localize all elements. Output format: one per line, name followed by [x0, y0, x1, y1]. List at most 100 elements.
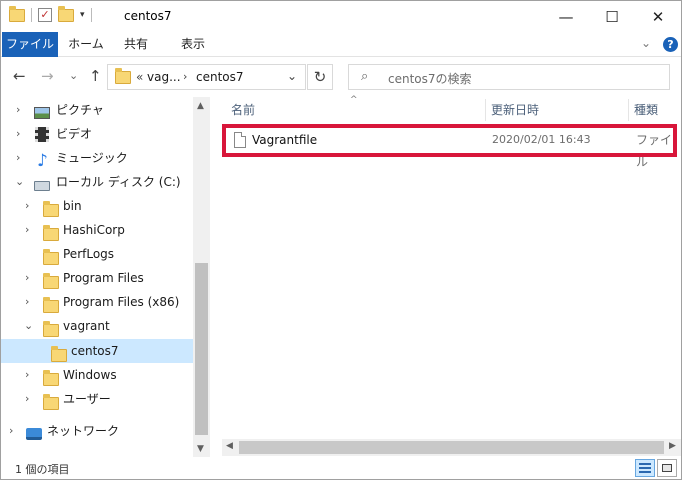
chevron-down-icon[interactable]: ⌄	[287, 69, 297, 83]
sidebar-item-label: ローカル ディスク (C:)	[56, 175, 181, 189]
refresh-button[interactable]: ↻	[307, 64, 333, 90]
chevron-right-icon[interactable]: ›	[25, 363, 29, 387]
column-header-name[interactable]: 名前	[231, 97, 255, 121]
sidebar-item-label: ユーザー	[63, 392, 111, 406]
scrollbar-thumb[interactable]	[239, 441, 664, 454]
scrollbar-thumb[interactable]	[195, 263, 208, 435]
sidebar-item-label: ネットワーク	[47, 424, 120, 438]
scroll-down-icon[interactable]: ▼	[197, 444, 204, 454]
ribbon-tabs: ファイル ホーム 共有 表示 ⌄ ?	[1, 32, 681, 57]
sidebar-item-label: Windows	[63, 368, 117, 382]
scroll-up-icon[interactable]: ▲	[197, 101, 204, 111]
back-button[interactable]: ←	[13, 67, 26, 85]
sidebar-item-bin[interactable]: › bin	[1, 194, 193, 218]
network-icon	[26, 428, 42, 440]
chevron-right-icon[interactable]: ›	[25, 194, 29, 218]
folder-icon	[43, 201, 59, 217]
title-bar: ✓ ▾ centos7 — ☐ ✕	[1, 1, 681, 32]
folder-icon	[43, 225, 59, 241]
chevron-right-icon[interactable]: ›	[16, 122, 20, 146]
folder-icon	[43, 370, 59, 386]
sidebar-item-local-disk[interactable]: ⌄ ローカル ディスク (C:)	[1, 170, 193, 194]
chevron-right-icon[interactable]: ›	[25, 387, 29, 411]
chevron-right-icon[interactable]: ›	[25, 218, 29, 242]
customize-toolbar-icon[interactable]: ▾	[80, 10, 85, 20]
chevron-down-icon[interactable]: ⌄	[24, 314, 33, 338]
address-overflow-button[interactable]: «	[136, 70, 143, 84]
search-input[interactable]: ⌕ centos7の検索	[348, 64, 670, 90]
sidebar-item-perflogs[interactable]: PerfLogs	[1, 242, 193, 266]
sidebar-item-music[interactable]: › ♪ ミュージック	[1, 146, 193, 170]
quick-access-toolbar: ✓ ▾	[9, 5, 92, 22]
sidebar-item-pictures[interactable]: › ピクチャ	[1, 98, 193, 122]
breadcrumb-vagrant[interactable]: vag...	[147, 70, 181, 84]
sidebar-item-program-files-x86[interactable]: › Program Files (x86)	[1, 290, 193, 314]
maximize-button[interactable]: ☐	[589, 1, 635, 32]
sidebar-item-label: vagrant	[63, 319, 110, 333]
search-placeholder: centos7の検索	[388, 72, 472, 86]
folder-icon	[9, 5, 25, 22]
breadcrumb-separator-icon[interactable]: ›	[183, 70, 187, 83]
up-button[interactable]: ↑	[89, 67, 102, 85]
chevron-right-icon[interactable]: ›	[16, 98, 20, 122]
tab-home[interactable]: ホーム	[63, 32, 109, 57]
sidebar-item-label: centos7	[71, 344, 119, 358]
horizontal-scrollbar[interactable]: ◀ ▶	[222, 439, 681, 456]
sidebar-item-centos7[interactable]: centos7	[1, 339, 193, 363]
expand-ribbon-icon[interactable]: ⌄	[641, 36, 651, 50]
chevron-right-icon[interactable]: ›	[16, 146, 20, 170]
folder-icon	[43, 321, 59, 337]
help-icon[interactable]: ?	[663, 37, 678, 52]
folder-icon	[43, 297, 59, 313]
address-bar[interactable]: « vag... › centos7 ⌄	[107, 64, 306, 90]
folder-icon	[43, 273, 59, 289]
tab-share[interactable]: 共有	[116, 32, 156, 57]
sidebar-item-label: ピクチャ	[56, 103, 104, 117]
column-header-date[interactable]: 更新日時	[491, 97, 539, 121]
forward-button[interactable]: →	[41, 67, 54, 85]
sidebar-item-network[interactable]: › ネットワーク	[1, 419, 193, 443]
chevron-right-icon[interactable]: ›	[25, 266, 29, 290]
sidebar-item-label: Program Files	[63, 271, 144, 285]
tab-file[interactable]: ファイル	[2, 32, 58, 57]
music-icon: ♪	[37, 151, 48, 171]
sidebar-item-videos[interactable]: › ビデオ	[1, 122, 193, 146]
item-count: 1 個の項目	[15, 463, 70, 476]
properties-icon[interactable]: ✓	[38, 8, 52, 22]
scroll-right-icon[interactable]: ▶	[669, 441, 676, 451]
tab-view[interactable]: 表示	[172, 32, 214, 57]
window-title: centos7	[124, 9, 172, 23]
sidebar-scrollbar[interactable]: ▲ ▼	[193, 97, 210, 457]
sidebar-item-label: ミュージック	[56, 151, 128, 165]
minimize-button[interactable]: —	[543, 1, 589, 32]
videos-icon	[35, 127, 49, 142]
sidebar-item-windows[interactable]: › Windows	[1, 363, 193, 387]
sort-ascending-icon: ^	[350, 95, 358, 105]
sidebar-item-label: ビデオ	[56, 127, 93, 141]
scroll-left-icon[interactable]: ◀	[226, 441, 233, 451]
highlight-annotation	[222, 124, 677, 157]
recent-locations-button[interactable]: ⌄	[69, 69, 78, 82]
details-view-button[interactable]	[635, 459, 655, 477]
status-bar: 1 個の項目	[1, 457, 681, 479]
large-icons-view-button[interactable]	[657, 459, 677, 477]
breadcrumb-centos7[interactable]: centos7	[196, 70, 244, 84]
chevron-down-icon[interactable]: ⌄	[15, 170, 24, 194]
folder-icon	[43, 394, 59, 410]
sidebar-item-vagrant[interactable]: ⌄ vagrant	[1, 314, 193, 338]
sidebar-item-label: Program Files (x86)	[63, 295, 180, 309]
new-folder-icon[interactable]	[58, 5, 74, 22]
column-divider[interactable]	[628, 99, 629, 121]
chevron-right-icon[interactable]: ›	[9, 419, 13, 443]
explorer-window: ✓ ▾ centos7 — ☐ ✕ ファイル ホーム 共有 表示 ⌄ ? ← →…	[0, 0, 682, 480]
chevron-right-icon[interactable]: ›	[25, 290, 29, 314]
sidebar-item-program-files[interactable]: › Program Files	[1, 266, 193, 290]
close-button[interactable]: ✕	[635, 1, 681, 32]
details-view-icon	[639, 463, 651, 473]
column-header-type[interactable]: 種類	[634, 97, 658, 121]
sidebar-item-hashicorp[interactable]: › HashiCorp	[1, 218, 193, 242]
large-icons-view-icon	[662, 464, 672, 472]
sidebar-item-users[interactable]: › ユーザー	[1, 387, 193, 411]
column-divider[interactable]	[485, 99, 486, 121]
sidebar-item-label: bin	[63, 199, 82, 213]
